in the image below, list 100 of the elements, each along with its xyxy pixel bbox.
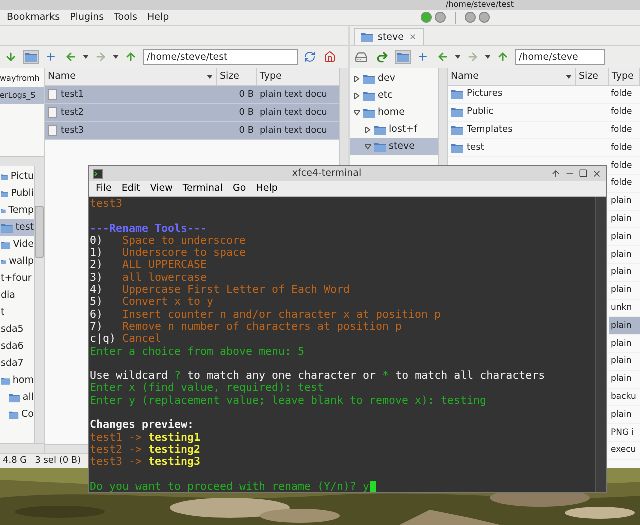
tree-item[interactable]: Pictu <box>0 168 34 185</box>
terminal-line: 1) Underscore to space <box>90 247 246 260</box>
file-name: Public <box>467 107 494 118</box>
tree-item[interactable]: Vide <box>0 236 34 253</box>
menu-item[interactable]: Plugins <box>70 12 104 23</box>
menu-item[interactable]: File <box>96 183 112 194</box>
expander-icon[interactable] <box>354 110 360 116</box>
tree-item[interactable]: Publi <box>0 185 34 202</box>
toggle-button[interactable] <box>479 12 490 23</box>
place-item[interactable]: wayfromh <box>0 70 44 87</box>
terminal-line: 2) ALL UPPERCASE <box>90 259 208 272</box>
terminal-line: c|q) Cancel <box>90 333 162 346</box>
folder-icon <box>374 142 386 152</box>
sort-icon[interactable] <box>566 74 572 80</box>
terminal-line: Enter y (replacement value; leave blank to remove x): testing <box>90 394 487 408</box>
tree-item[interactable]: sda6 <box>0 338 34 355</box>
terminal-line: 5) Convert x to y <box>90 296 214 309</box>
file-type[interactable]: plain <box>609 317 640 334</box>
column-header[interactable]: Type <box>609 68 640 85</box>
file-row[interactable]: Pictures folde <box>448 86 640 104</box>
toggle-button[interactable] <box>421 12 432 23</box>
column-header[interactable]: Name <box>448 68 576 85</box>
toggle-button[interactable] <box>465 12 476 23</box>
home-icon[interactable] <box>322 49 338 65</box>
maximize-icon[interactable] <box>579 169 588 178</box>
menu-item[interactable]: Bookmarks <box>7 12 60 23</box>
file-name: Pictures <box>467 89 503 100</box>
menu-item[interactable]: Tools <box>114 12 138 23</box>
menu-item[interactable]: Terminal <box>182 183 224 194</box>
folder-icon <box>363 90 375 100</box>
menu-item[interactable]: Help <box>148 12 170 23</box>
document-icon <box>48 125 57 136</box>
scrollbar[interactable] <box>595 197 606 492</box>
column-header[interactable]: Name <box>45 68 217 85</box>
tab[interactable]: steve <box>354 28 424 45</box>
file-row[interactable]: test3 0 B plain text docu <box>45 122 339 140</box>
toggle-button[interactable] <box>435 12 446 23</box>
caret-icon[interactable] <box>83 54 89 60</box>
file-row[interactable]: Templates folde <box>448 122 640 140</box>
terminal-line: Enter a choice from above menu: 5 <box>90 346 305 358</box>
folder-icon <box>451 124 463 135</box>
terminal-line: 3) all lowercase <box>90 272 208 284</box>
caret-icon[interactable] <box>485 54 491 60</box>
place-item[interactable]: erLogs_S <box>0 87 44 104</box>
expander-icon[interactable] <box>365 144 371 150</box>
tree-item[interactable]: wallp <box>0 253 34 270</box>
file-row[interactable]: test1 0 B plain text docu <box>45 86 339 104</box>
file-row[interactable]: test folde <box>448 139 640 158</box>
folder-icon <box>25 52 37 62</box>
tree-item[interactable]: etc <box>350 87 438 104</box>
expander-icon[interactable] <box>354 76 360 82</box>
file-type: plain text docu <box>259 126 328 136</box>
raise-icon[interactable] <box>551 168 561 178</box>
path-field[interactable]: /home/steve <box>515 49 605 65</box>
folder-icon <box>1 376 10 386</box>
tree-item[interactable]: steve <box>350 138 438 155</box>
tree-item[interactable]: dev <box>350 70 438 87</box>
terminal-line: Changes preview: <box>90 419 194 432</box>
expander-icon[interactable] <box>354 92 360 98</box>
menu-item[interactable]: Go <box>233 183 246 194</box>
terminal-line: test3 -> testing3 <box>90 456 201 469</box>
folder-icon <box>363 74 375 84</box>
folder-icon <box>451 142 463 153</box>
tree-item[interactable]: Temp <box>0 202 34 219</box>
tree-item[interactable]: sda7 <box>0 355 34 372</box>
folder-icon <box>1 188 8 198</box>
folder-icon <box>1 172 8 182</box>
folder-view-button[interactable] <box>395 50 411 64</box>
caret-icon[interactable] <box>455 54 461 60</box>
folder-view-button[interactable] <box>23 50 39 64</box>
file-row[interactable]: test2 0 B plain text docu <box>45 104 339 122</box>
menu-item[interactable]: Edit <box>122 183 140 194</box>
folder-icon <box>363 108 375 118</box>
tree-item[interactable]: lost+f <box>350 121 438 138</box>
tree-item[interactable]: test <box>0 219 34 236</box>
terminal-line: 0) Space_to_underscore <box>90 234 246 248</box>
file-name: test3 <box>61 126 84 136</box>
terminal-line: test1 -> testing1 <box>90 432 201 444</box>
menu-item[interactable]: View <box>150 183 173 194</box>
sort-icon[interactable] <box>207 74 213 80</box>
column-header[interactable]: Size <box>576 68 609 85</box>
tree-item[interactable]: t+four <box>0 270 34 287</box>
menu-item[interactable]: Help <box>256 183 278 194</box>
expander-icon[interactable] <box>365 126 371 132</box>
tree-item[interactable]: Co <box>0 406 34 423</box>
tree-item[interactable]: dia <box>0 287 34 304</box>
terminal-icon <box>93 168 103 178</box>
tree-item[interactable]: t <box>0 304 34 321</box>
close-icon[interactable] <box>592 168 602 178</box>
window-title: /home/steve/test <box>446 0 514 10</box>
refresh-icon[interactable] <box>302 49 318 65</box>
tree-item[interactable]: sda5 <box>0 321 34 338</box>
tree-item[interactable]: home <box>350 104 438 121</box>
tree-item[interactable]: all <box>0 389 34 406</box>
file-row[interactable]: Public folde <box>448 104 640 122</box>
tree-item[interactable]: hom <box>0 372 34 389</box>
window-title: xfce4-terminal <box>291 168 363 179</box>
column-header[interactable]: Size <box>217 68 257 85</box>
caret-icon[interactable] <box>113 54 119 60</box>
path-field[interactable]: /home/steve/test <box>143 49 298 65</box>
